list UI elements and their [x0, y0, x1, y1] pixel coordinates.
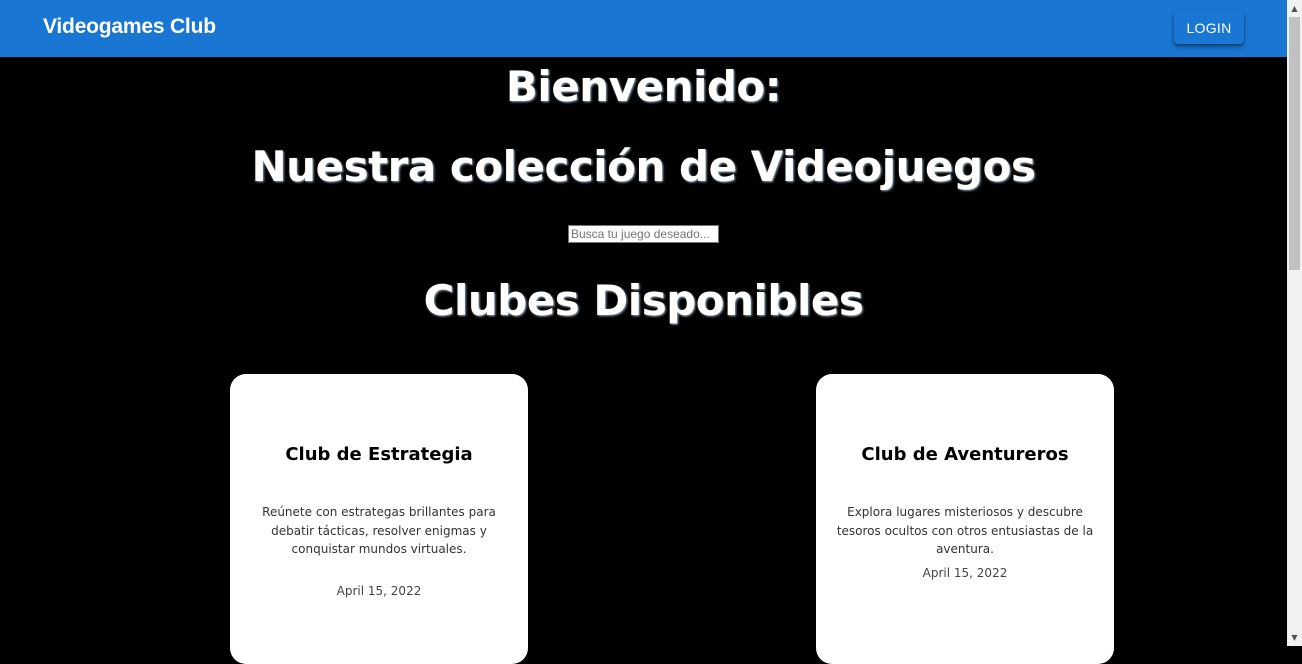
app-bar: Videogames Club LOGIN [0, 0, 1287, 57]
club-card-strategy[interactable]: Club de Estrategia Reúnete con estratega… [230, 374, 528, 664]
welcome-heading: Bienvenido: [505, 62, 782, 111]
club-card-adventurers[interactable]: Club de Aventureros Explora lugares mist… [816, 374, 1114, 664]
scroll-up-arrow-icon[interactable]: ▲ [1287, 0, 1302, 17]
collection-heading: Nuestra colección de Videojuegos [251, 142, 1036, 191]
scroll-down-arrow-icon[interactable]: ▼ [1287, 629, 1302, 646]
search-input[interactable] [568, 225, 719, 243]
main-content: Bienvenido: Nuestra colección de Videoju… [0, 57, 1287, 664]
app-title[interactable]: Videogames Club [43, 13, 216, 41]
club-card-description: Explora lugares misteriosos y descubre t… [836, 505, 1094, 556]
scrollbar-thumb[interactable] [1289, 17, 1300, 270]
club-card-date: April 15, 2022 [336, 584, 422, 598]
club-card-date: April 15, 2022 [922, 566, 1008, 580]
login-button[interactable]: LOGIN [1174, 11, 1244, 44]
club-card-title: Club de Estrategia [285, 444, 473, 465]
club-card-description: Reúnete con estrategas brillantes para d… [262, 505, 496, 556]
clubs-heading: Clubes Disponibles [423, 276, 864, 325]
page-scrollbar[interactable]: ▲ ▼ [1287, 0, 1302, 646]
club-card-title: Club de Aventureros [861, 444, 1069, 465]
